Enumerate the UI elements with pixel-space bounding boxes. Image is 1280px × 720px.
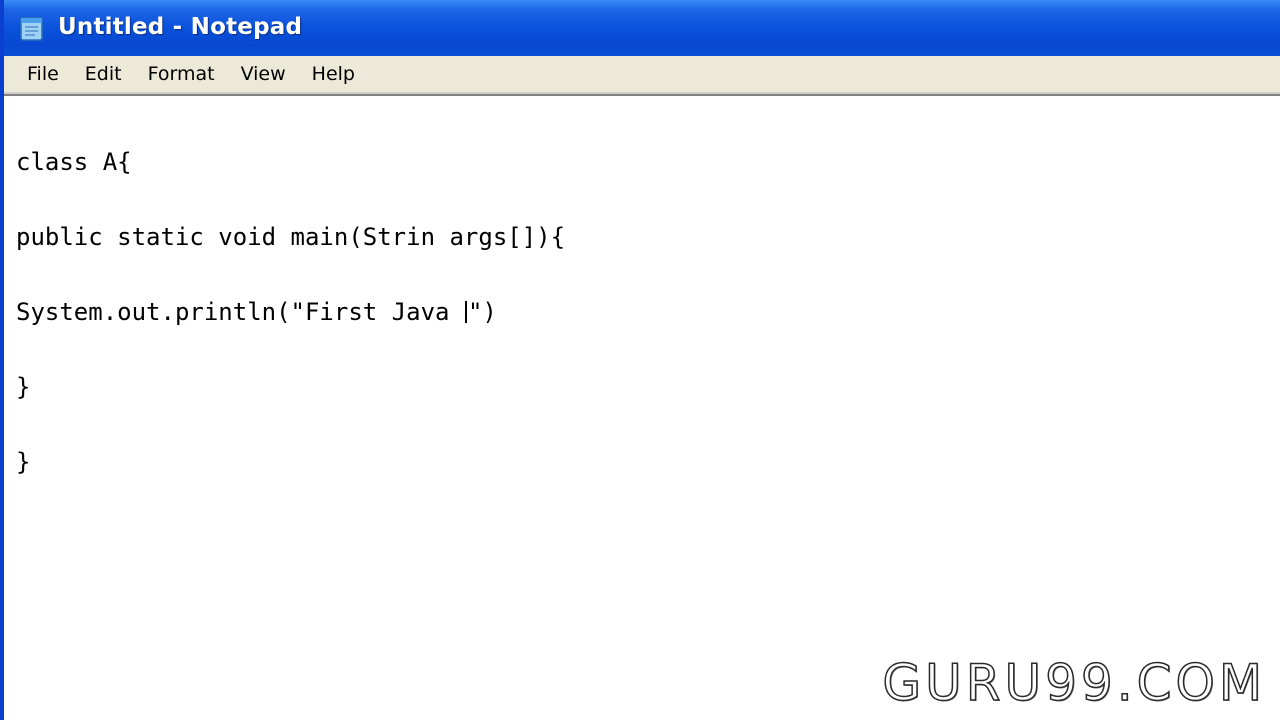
- code-line-3: System.out.println("First Java "): [16, 300, 1256, 325]
- text-caret: [464, 301, 467, 323]
- code-line-3-after-caret: "): [467, 298, 497, 326]
- notepad-icon: [20, 17, 43, 41]
- code-line-4: }: [16, 373, 31, 401]
- menu-help[interactable]: Help: [299, 59, 368, 89]
- text-editor[interactable]: class A{ public static void main(Strin a…: [16, 100, 1256, 700]
- window-title: Untitled - Notepad: [58, 14, 303, 40]
- menu-format[interactable]: Format: [135, 59, 228, 89]
- menu-edit[interactable]: Edit: [72, 59, 135, 89]
- menu-bar: File Edit Format View Help: [4, 56, 1280, 94]
- notepad-window: Untitled - Notepad File Edit Format View…: [0, 0, 1280, 720]
- menu-view[interactable]: View: [228, 59, 299, 89]
- title-bar[interactable]: Untitled - Notepad: [4, 0, 1280, 56]
- code-line-3-before-caret: System.out.println("First Java: [16, 298, 464, 326]
- text-editor-area[interactable]: class A{ public static void main(Strin a…: [4, 94, 1280, 720]
- code-line-5: }: [16, 448, 31, 476]
- code-line-1: class A{: [16, 148, 132, 176]
- watermark-logo: GURU99.COM: [882, 653, 1266, 713]
- menu-file[interactable]: File: [14, 59, 72, 89]
- code-line-2: public static void main(Strin args[]){: [16, 223, 566, 251]
